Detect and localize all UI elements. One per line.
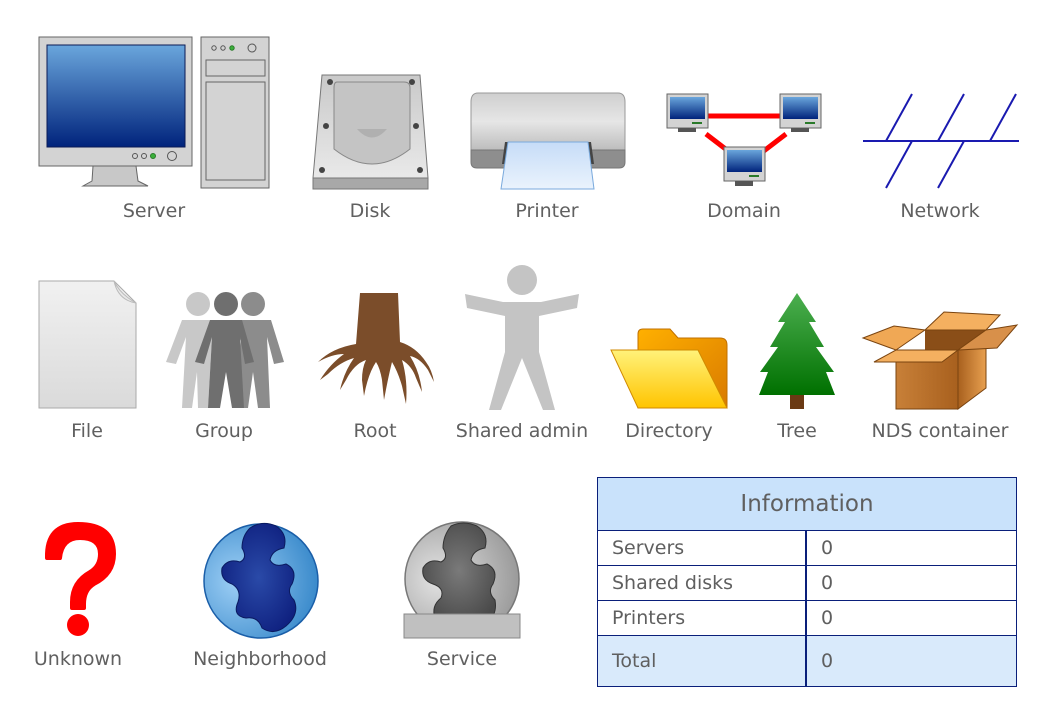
row-value-printers: 0 [821,607,834,629]
printer-icon[interactable] [470,92,626,192]
group-icon[interactable] [164,292,288,410]
information-table-title: Information [598,478,1016,531]
row-value-servers: 0 [821,537,834,559]
shared-admin-icon[interactable] [463,264,581,410]
file-icon[interactable] [38,280,138,412]
directory-label: Directory [625,420,713,442]
file-label: File [71,420,103,442]
row-value-shared-disks: 0 [821,572,834,594]
service-label: Service [426,648,498,670]
neighborhood-label: Neighborhood [193,648,327,670]
nds-container-icon[interactable] [861,310,1020,410]
server-icon[interactable] [38,36,270,190]
network-icon[interactable] [862,92,1020,192]
row-value-total: 0 [821,650,834,672]
domain-icon[interactable] [666,92,824,192]
disk-label: Disk [349,200,391,222]
information-table: Information Servers 0 Shared disks 0 Pri… [597,477,1017,687]
printer-label: Printer [515,200,579,222]
service-icon[interactable] [403,521,521,640]
group-label: Group [195,420,253,442]
network-label: Network [900,200,980,222]
server-label: Server [122,200,186,222]
shared-admin-label: Shared admin [455,420,589,442]
domain-computer-right [779,93,822,132]
tree-label: Tree [777,420,817,442]
unknown-label: Unknown [33,648,123,670]
row-label-shared-disks: Shared disks [598,566,807,600]
domain-label: Domain [707,200,781,222]
table-row: Shared disks 0 [598,566,1016,601]
root-icon[interactable] [316,292,436,412]
row-label-printers: Printers [598,601,807,635]
unknown-icon[interactable] [38,522,120,640]
row-label-servers: Servers [598,531,807,565]
domain-computer-bottom [723,146,766,186]
neighborhood-icon[interactable] [202,522,320,640]
tree-icon[interactable] [758,292,836,410]
table-row: Printers 0 [598,601,1016,635]
table-total-row: Total 0 [598,635,1016,686]
row-label-total: Total [598,636,807,686]
disk-icon[interactable] [312,74,430,190]
table-row: Servers 0 [598,531,1016,566]
domain-computer-left [666,93,709,132]
root-label: Root [353,420,397,442]
nds-container-label: NDS container [871,420,1009,442]
directory-icon[interactable] [610,328,730,410]
